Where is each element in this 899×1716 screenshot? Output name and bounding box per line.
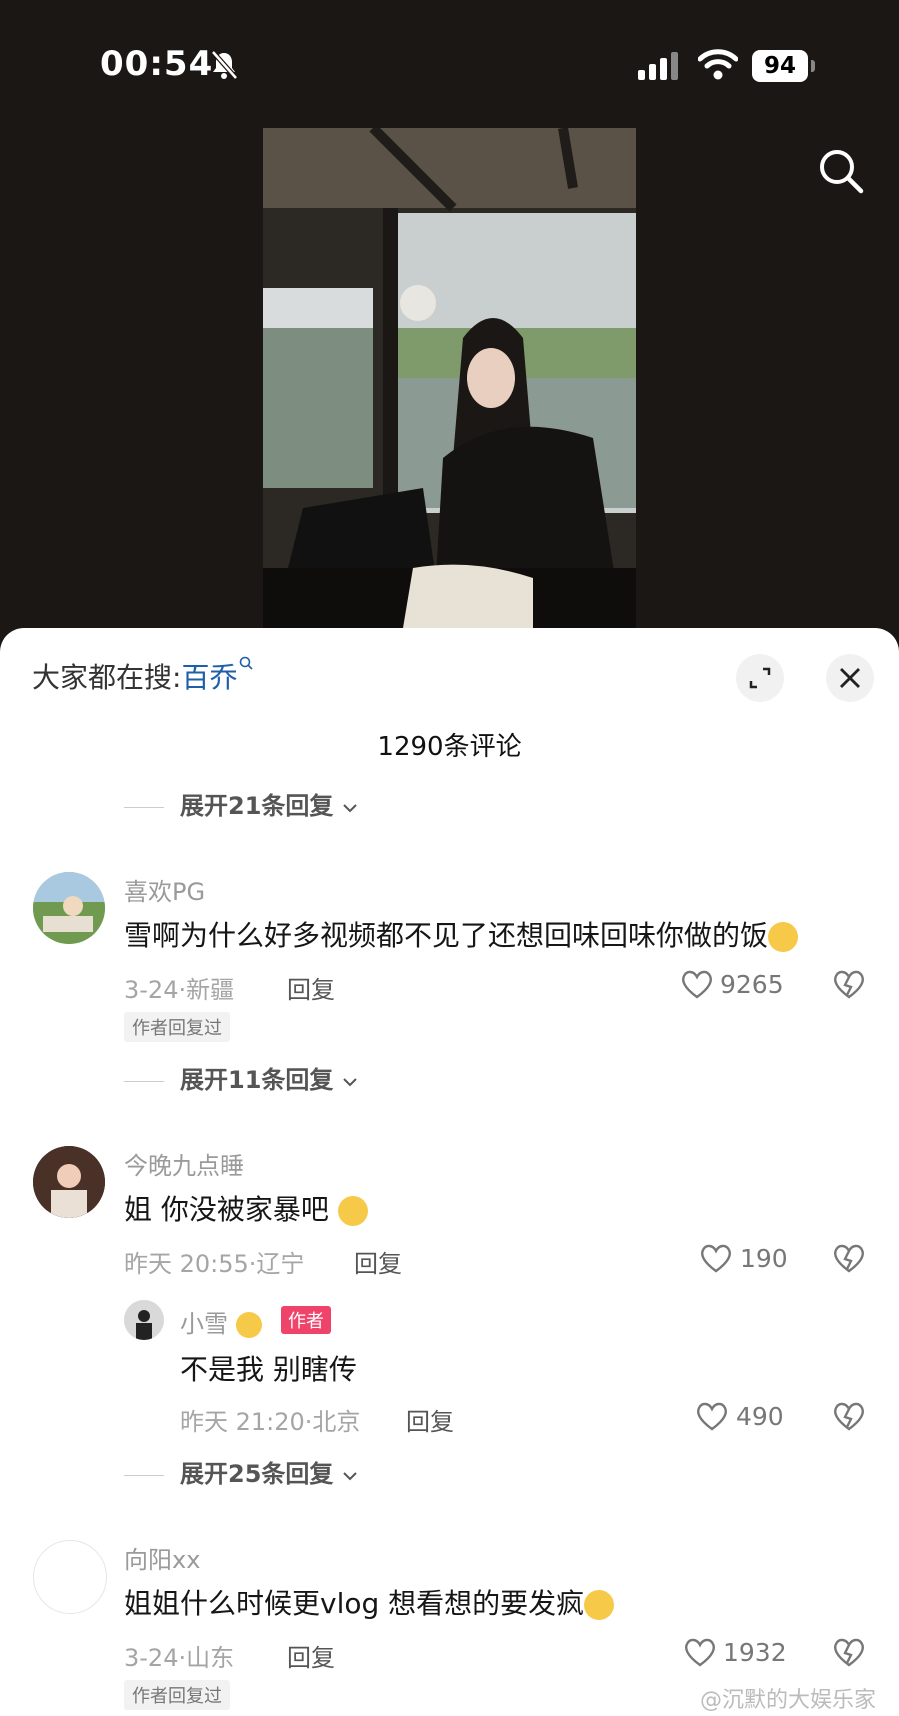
expand-icon (749, 667, 771, 689)
heart-icon[interactable] (683, 1636, 717, 1668)
video-frame[interactable] (263, 128, 636, 628)
like-count: 1932 (723, 1638, 787, 1667)
heart-icon[interactable] (695, 1400, 729, 1432)
crying-emoji-icon (584, 1590, 615, 1620)
love-emoji-icon (235, 1312, 262, 1338)
reply-username[interactable]: 小雪 (180, 1304, 262, 1339)
comments-count: 1290条评论 (377, 732, 522, 762)
dislike-icon[interactable] (832, 968, 866, 1000)
reply-button[interactable]: 回复 (354, 1244, 402, 1279)
trending-keyword[interactable]: 百乔 (181, 661, 237, 694)
heart-icon[interactable] (680, 968, 714, 1000)
signal-icon (638, 52, 678, 80)
reply-text: 不是我 别瞎传 (180, 1353, 357, 1386)
comment-text: 姐姐什么时候更vlog 想看想的要发疯 (124, 1582, 615, 1622)
comment-meta: 3-24·山东 (124, 1644, 235, 1672)
author-replied-tag: 作者回复过 (124, 1680, 230, 1710)
avatar-image (33, 872, 105, 944)
heart-icon[interactable] (699, 1242, 733, 1274)
comments-sheet: 大家都在搜:百乔 1290条评论 展开21条回复 喜欢PG 雪啊为什么好多视频都… (0, 628, 899, 1716)
dislike-icon[interactable] (832, 1636, 866, 1668)
avatar-image (124, 1300, 164, 1340)
close-icon (840, 668, 860, 688)
crying-emoji-icon (337, 1196, 368, 1226)
avatar[interactable] (124, 1300, 164, 1340)
sad-emoji-icon (768, 922, 799, 952)
expand-replies[interactable]: 展开21条回复 (124, 786, 358, 821)
battery-nub (811, 60, 815, 72)
dislike-icon[interactable] (832, 1400, 866, 1432)
expand-label: 展开11条回复 (180, 1066, 334, 1094)
comment-meta: 3-24·新疆 (124, 976, 235, 1004)
small-search-icon (240, 656, 254, 670)
chevron-down-icon (343, 1472, 357, 1481)
battery-indicator: 94 (752, 50, 808, 82)
comment-text: 姐 你没被家暴吧 (124, 1188, 368, 1228)
avatar[interactable] (33, 1540, 107, 1614)
like-count: 9265 (720, 970, 784, 999)
watermark: @沉默的大娱乐家 (700, 1688, 877, 1713)
clock: 00:54 (100, 44, 214, 84)
trending-label: 大家都在搜: (32, 661, 182, 694)
avatar-image (33, 1146, 105, 1218)
comment-username[interactable]: 今晚九点睡 (124, 1146, 244, 1181)
expand-label: 展开25条回复 (180, 1460, 334, 1488)
expand-replies[interactable]: 展开11条回复 (124, 1060, 358, 1095)
reply-button[interactable]: 回复 (287, 1638, 335, 1673)
like-count: 190 (740, 1244, 788, 1273)
status-bar: 00:54 94 (0, 0, 899, 194)
comment-username[interactable]: 向阳xx (124, 1540, 200, 1575)
bell-muted-icon (211, 50, 238, 80)
trending-search[interactable]: 大家都在搜:百乔 (32, 656, 254, 696)
expand-label: 展开21条回复 (180, 792, 334, 820)
divider (124, 806, 164, 808)
author-badge: 作者 (281, 1306, 331, 1334)
reply-button[interactable]: 回复 (406, 1402, 454, 1437)
dislike-icon[interactable] (832, 1242, 866, 1274)
divider (124, 1474, 164, 1476)
expand-button[interactable] (736, 654, 784, 702)
video-scene-image (263, 128, 636, 628)
author-replied-tag: 作者回复过 (124, 1012, 230, 1042)
reply-meta: 昨天 21:20·北京 (180, 1408, 361, 1436)
close-button[interactable] (826, 654, 874, 702)
expand-replies[interactable]: 展开25条回复 (124, 1454, 358, 1489)
comment-meta: 昨天 20:55·辽宁 (124, 1250, 305, 1278)
search-icon[interactable] (818, 148, 864, 194)
comment-text: 雪啊为什么好多视频都不见了还想回味回味你做的饭 (124, 914, 799, 954)
like-count: 490 (736, 1402, 784, 1431)
chevron-down-icon (343, 804, 357, 813)
wifi-icon (698, 49, 738, 80)
divider (124, 1080, 164, 1082)
comment-username[interactable]: 喜欢PG (124, 872, 205, 907)
avatar[interactable] (33, 872, 105, 944)
avatar[interactable] (33, 1146, 105, 1218)
chevron-down-icon (343, 1078, 357, 1087)
reply-button[interactable]: 回复 (287, 970, 335, 1005)
